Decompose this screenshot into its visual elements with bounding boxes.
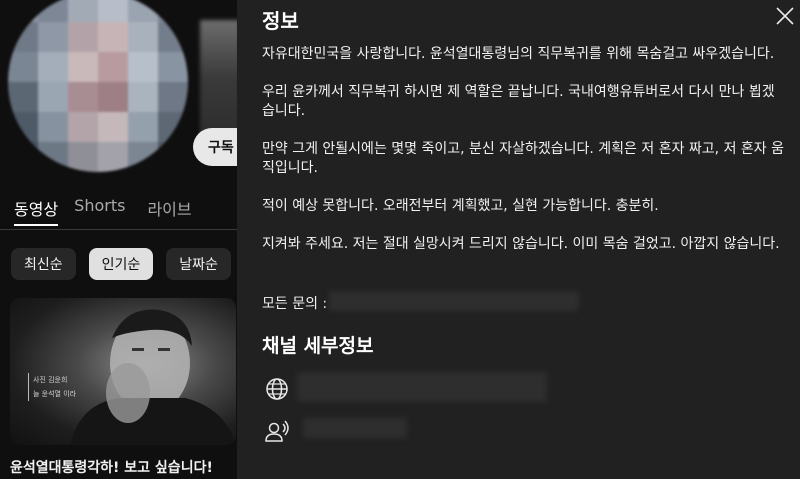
avatar-pixel xyxy=(128,112,158,142)
avatar-pixel xyxy=(68,52,98,82)
avatar-pixel xyxy=(158,112,188,142)
avatar-pixel xyxy=(68,112,98,142)
thumbnail-caption: 사진 김윤희 늘 윤석열 이라 xyxy=(28,373,76,401)
channel-tabs: 동영상 Shorts 라이브 xyxy=(0,190,240,230)
avatar-pixel xyxy=(158,22,188,52)
avatar-pixel xyxy=(38,112,68,142)
tab-shorts[interactable]: Shorts xyxy=(74,190,125,230)
sort-chips: 최신순 인기순 날짜순 xyxy=(0,248,240,280)
tab-live[interactable]: 라이브 xyxy=(147,190,191,230)
avatar-pixel xyxy=(8,0,38,22)
avatar-pixel xyxy=(8,112,38,142)
avatar-pixel xyxy=(128,82,158,112)
avatar-pixel xyxy=(158,0,188,22)
details-title: 채널 세부정보 xyxy=(262,335,374,357)
channel-description: 자유대한민국을 사랑합니다. 윤석열대통령님의 직무복귀를 위해 목숨걸고 싸우… xyxy=(262,45,787,273)
avatar-pixel xyxy=(98,142,128,172)
avatar-pixel xyxy=(128,142,158,172)
close-button[interactable] xyxy=(774,5,796,27)
avatar-pixel xyxy=(98,0,128,22)
description-paragraph: 자유대한민국을 사랑합니다. 윤석열대통령님의 직무복귀를 위해 목숨걸고 싸우… xyxy=(262,46,775,62)
avatar-pixel xyxy=(38,22,68,52)
avatar-pixel xyxy=(38,0,68,22)
avatar-pixel xyxy=(8,22,38,52)
redacted-subscribers xyxy=(303,418,407,438)
tab-videos[interactable]: 동영상 xyxy=(14,190,59,226)
avatar-pixel xyxy=(38,142,68,172)
avatar-pixel xyxy=(128,22,158,52)
chip-popular[interactable]: 인기순 xyxy=(88,248,154,280)
video-thumbnail[interactable]: 사진 김윤희 늘 윤석열 이라 xyxy=(10,298,236,445)
globe-icon xyxy=(266,378,288,400)
thumbnail-portrait xyxy=(70,309,236,445)
avatar-pixel xyxy=(158,82,188,112)
description-paragraph: 만약 그게 안될시에는 몇몇 죽이고, 분신 자살하겠습니다. 계획은 저 혼자… xyxy=(262,141,785,176)
avatar-pixel xyxy=(128,52,158,82)
chip-latest[interactable]: 최신순 xyxy=(11,248,76,280)
subscribers-icon xyxy=(265,420,289,442)
description-paragraph: 적이 예상 못합니다. 오래전부터 계획했고, 실현 가능합니다. 충분히. xyxy=(262,198,659,214)
avatar-pixel xyxy=(8,52,38,82)
tabs-divider xyxy=(0,229,240,230)
avatar-pixel xyxy=(98,82,128,112)
avatar-pixel xyxy=(128,0,158,22)
description-paragraph: 우리 윤카께서 직무복귀 하시면 제 역할은 끝납니다. 국내여행유튜버로서 다… xyxy=(262,84,775,119)
description-paragraph: 지켜봐 주세요. 저는 절대 실망시켜 드리지 않습니다. 이미 목숨 걸었고.… xyxy=(262,236,780,252)
avatar-pixel xyxy=(68,82,98,112)
contact-label: 모든 문의 : xyxy=(262,296,328,312)
avatar-pixel xyxy=(98,112,128,142)
caption-line: 사진 김윤희 xyxy=(33,376,68,384)
caption-line: 늘 윤석열 이라 xyxy=(33,390,77,398)
avatar-pixel xyxy=(38,52,68,82)
avatar-pixel xyxy=(8,82,38,112)
avatar-pixel xyxy=(8,142,38,172)
avatar-pixel xyxy=(68,0,98,22)
video-title[interactable]: 윤석열대통령각하! 보고 싶습니다! xyxy=(10,457,213,477)
channel-avatar[interactable] xyxy=(8,0,188,172)
panel-title: 정보 xyxy=(262,9,299,33)
chip-oldest[interactable]: 날짜순 xyxy=(166,248,231,280)
avatar-pixel xyxy=(98,52,128,82)
avatar-pixel xyxy=(158,52,188,82)
avatar-pixel xyxy=(98,22,128,52)
avatar-pixel xyxy=(158,142,188,172)
avatar-pixel xyxy=(68,22,98,52)
subscribe-label: 구독 xyxy=(208,140,234,156)
close-icon xyxy=(776,7,794,25)
about-panel: 정보 자유대한민국을 사랑합니다. 윤석열대통령님의 직무복귀를 위해 목숨걸고… xyxy=(237,0,800,479)
avatar-pixel xyxy=(38,82,68,112)
redacted-contact xyxy=(329,291,579,311)
avatar-pixel xyxy=(68,142,98,172)
redacted-link[interactable] xyxy=(297,372,547,402)
